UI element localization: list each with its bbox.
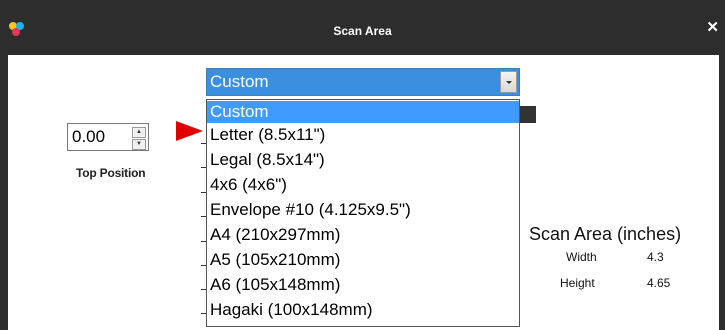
top-position-label: Top Position [76, 166, 146, 180]
window-border-left [0, 55, 8, 330]
spin-up-icon[interactable]: ▲ [132, 127, 146, 138]
scan-area-window: Scan Area ✕ ▲ ▼ Top Position Custom Cust… [0, 0, 725, 330]
scan-preview-edge [518, 106, 536, 123]
paper-size-dropdown-list: Custom Letter (8.5x11") Legal (8.5x14") … [206, 99, 520, 327]
chevron-down-icon[interactable] [500, 71, 517, 93]
option-a5[interactable]: A5 (105x210mm) [207, 249, 519, 271]
paper-size-select[interactable]: Custom [206, 68, 520, 96]
height-label: Height [560, 276, 595, 290]
height-value: 4.65 [647, 276, 671, 290]
close-icon[interactable]: ✕ [706, 18, 719, 36]
option-a6[interactable]: A6 (105x148mm) [207, 274, 519, 296]
option-a4[interactable]: A4 (210x297mm) [207, 224, 519, 246]
width-value: 4.3 [647, 250, 664, 264]
title-bar: Scan Area ✕ [0, 0, 725, 55]
width-label: Width [566, 250, 597, 264]
option-hagaki[interactable]: Hagaki (100x148mm) [207, 299, 519, 321]
top-position-spinner[interactable]: ▲ ▼ [67, 123, 149, 151]
scan-area-title: Scan Area (inches) [529, 224, 682, 244]
option-4x6[interactable]: 4x6 (4x6") [207, 174, 519, 196]
window-border-right [719, 55, 725, 330]
position-marker-icon[interactable] [176, 121, 203, 141]
option-letter[interactable]: Letter (8.5x11") [207, 124, 519, 146]
spinner-buttons: ▲ ▼ [132, 127, 146, 150]
top-position-input[interactable] [70, 127, 130, 147]
paper-size-selected: Custom [210, 72, 269, 91]
spin-down-icon[interactable]: ▼ [132, 139, 146, 150]
option-custom[interactable]: Custom [207, 101, 519, 123]
option-legal[interactable]: Legal (8.5x14") [207, 149, 519, 171]
window-title: Scan Area [333, 24, 392, 38]
option-envelope-10[interactable]: Envelope #10 (4.125x9.5") [207, 199, 519, 221]
